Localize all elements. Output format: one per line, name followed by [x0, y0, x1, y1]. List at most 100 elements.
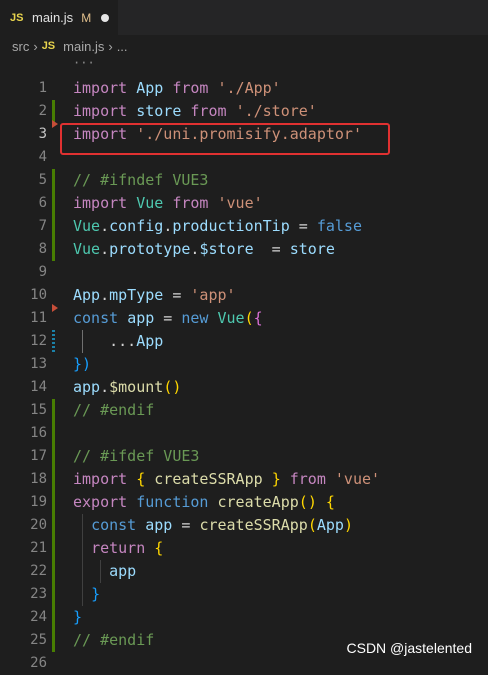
line-number: 17 — [30, 448, 47, 464]
unsaved-dot-icon[interactable] — [101, 13, 110, 22]
code-line[interactable]: 24} — [0, 606, 488, 629]
line-number: 8 — [38, 241, 47, 257]
line-number: 13 — [30, 356, 47, 372]
line-number: 5 — [38, 172, 47, 188]
line-number: 25 — [30, 632, 47, 648]
javascript-file-icon: JS — [41, 40, 56, 52]
code-editor[interactable]: 1 import App from './App' 2 import store fr… — [0, 77, 488, 675]
line-code[interactable]: export function createApp() { — [73, 491, 335, 514]
line-code[interactable]: App.mpType = 'app' — [73, 284, 236, 307]
watermark: CSDN @jastelented — [346, 640, 473, 656]
tab-main-js[interactable]: JS main.js M — [0, 0, 118, 35]
line-code[interactable]: app — [73, 560, 136, 583]
line-number: 19 — [30, 494, 47, 510]
git-added-marker[interactable] — [52, 514, 55, 537]
git-added-marker[interactable] — [52, 583, 55, 606]
line-code[interactable]: app.$mount() — [73, 376, 181, 399]
breadcrumb-file[interactable]: main.js — [63, 39, 104, 54]
breadcrumb-more[interactable]: ... — [117, 39, 128, 54]
line-number: 7 — [38, 218, 47, 234]
line-code[interactable]: const app = createSSRApp(App) — [73, 514, 353, 537]
line-code[interactable]: } — [73, 583, 100, 606]
git-added-marker[interactable] — [52, 169, 55, 192]
code-line[interactable]: 13}) — [0, 353, 488, 376]
line-code[interactable]: Vue.prototype.$store = store — [73, 238, 335, 261]
breadcrumb-folder[interactable]: src — [12, 39, 29, 54]
line-code[interactable]: import { createSSRApp } from 'vue' — [73, 468, 380, 491]
line-number: 21 — [30, 540, 47, 556]
git-added-marker[interactable] — [52, 215, 55, 238]
tab-bar: JS main.js M — [0, 0, 488, 35]
code-line[interactable]: 1 import App from './App' — [0, 77, 488, 100]
code-line[interactable]: 6 import Vue from 'vue' — [0, 192, 488, 215]
code-line[interactable]: 18 import { createSSRApp } from 'vue' — [0, 468, 488, 491]
line-number: 1 — [38, 80, 47, 96]
line-code[interactable]: Vue.config.productionTip = false — [73, 215, 362, 238]
code-line[interactable]: 22 app — [0, 560, 488, 583]
line-code[interactable]: ...App — [73, 330, 163, 353]
code-line[interactable]: 2 import store from './store' — [0, 100, 488, 123]
code-line[interactable]: 5 // #ifndef VUE3 — [0, 169, 488, 192]
code-line[interactable]: 17 // #ifdef VUE3 — [0, 445, 488, 468]
line-number: 12 — [30, 333, 47, 349]
line-number: 24 — [30, 609, 47, 625]
code-line[interactable]: 16 — [0, 422, 488, 445]
git-added-marker[interactable] — [52, 445, 55, 468]
git-modified-marker[interactable] — [52, 330, 55, 353]
line-code[interactable]: // #endif — [73, 399, 154, 422]
code-line[interactable]: 14 app.$mount() — [0, 376, 488, 399]
git-added-marker[interactable] — [52, 468, 55, 491]
line-code[interactable]: // #ifndef VUE3 — [73, 169, 208, 192]
line-code[interactable]: // #ifdef VUE3 — [73, 445, 199, 468]
tab-filename: main.js — [32, 10, 74, 25]
line-number: 6 — [38, 195, 47, 211]
line-number: 23 — [30, 586, 47, 602]
line-code[interactable]: import Vue from 'vue' — [73, 192, 263, 215]
git-added-marker[interactable] — [52, 560, 55, 583]
javascript-file-icon: JS — [10, 11, 24, 24]
code-line[interactable]: 9 — [0, 261, 488, 284]
git-deleted-marker[interactable] — [52, 120, 58, 128]
line-code[interactable]: import store from './store' — [73, 100, 317, 123]
line-code[interactable]: const app = new Vue({ — [73, 307, 263, 330]
folded-scroll-indicator: ··· — [73, 56, 95, 70]
code-line[interactable]: 20 const app = createSSRApp(App) — [0, 514, 488, 537]
line-code[interactable]: return { — [73, 537, 163, 560]
line-number: 2 — [38, 103, 47, 119]
git-added-marker[interactable] — [52, 606, 55, 629]
code-line[interactable]: 23 } — [0, 583, 488, 606]
line-code[interactable]: // #endif — [73, 629, 154, 652]
breadcrumb: src › JS main.js › ... — [0, 35, 488, 57]
code-line[interactable]: 19 export function createApp() { — [0, 491, 488, 514]
line-code[interactable]: import App from './App' — [73, 77, 281, 100]
code-line[interactable]: 10 App.mpType = 'app' — [0, 284, 488, 307]
line-number: 3 — [38, 126, 47, 142]
git-added-marker[interactable] — [52, 399, 55, 422]
git-added-marker[interactable] — [52, 629, 55, 652]
code-line[interactable]: 8 Vue.prototype.$store = store — [0, 238, 488, 261]
line-number: 18 — [30, 471, 47, 487]
git-added-marker[interactable] — [52, 192, 55, 215]
git-added-marker[interactable] — [52, 491, 55, 514]
code-line[interactable]: 15 // #endif — [0, 399, 488, 422]
git-deleted-marker[interactable] — [52, 304, 58, 312]
code-line[interactable]: 12 ...App — [0, 330, 488, 353]
line-number: 22 — [30, 563, 47, 579]
line-number: 10 — [30, 287, 47, 303]
git-added-marker[interactable] — [52, 238, 55, 261]
git-added-marker[interactable] — [52, 422, 55, 445]
line-code[interactable]: } — [73, 606, 82, 629]
line-number: 9 — [38, 264, 47, 280]
code-line[interactable]: 7 Vue.config.productionTip = false — [0, 215, 488, 238]
code-line[interactable]: 21 return { — [0, 537, 488, 560]
line-number: 4 — [38, 149, 47, 165]
line-number: 20 — [30, 517, 47, 533]
line-number: 26 — [30, 655, 47, 671]
chevron-right-icon: › — [33, 38, 38, 54]
line-number: 15 — [30, 402, 47, 418]
git-added-marker[interactable] — [52, 537, 55, 560]
code-line[interactable]: 11 const app = new Vue({ — [0, 304, 488, 330]
chevron-right-icon: › — [108, 38, 113, 54]
line-code[interactable]: }) — [73, 353, 91, 376]
line-number: 14 — [30, 379, 47, 395]
